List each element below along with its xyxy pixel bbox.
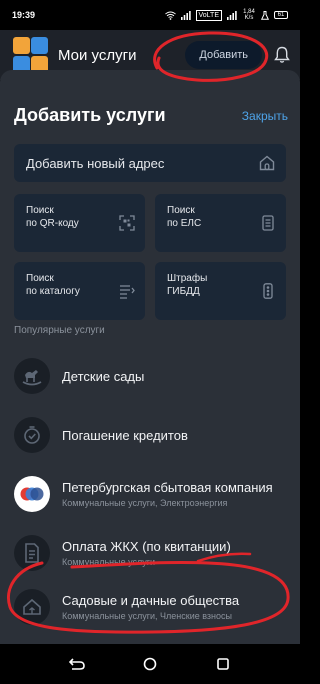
qr-icon [119,215,135,231]
service-text: Оплата ЖКХ (по квитанции) Коммунальные у… [62,539,300,567]
home-circle-icon [143,657,157,671]
service-item[interactable]: Детские сады [14,349,300,403]
service-title: Петербургская сбытовая компания [62,480,273,495]
volte-badge: VoLTE [195,9,222,21]
recents-button[interactable] [211,652,235,676]
signal-icon [180,10,191,20]
clock-check-icon [14,417,50,453]
system-nav-bar [0,644,300,684]
service-subtitle: Коммунальные услуги, Электроэнергия [62,498,228,508]
tile-fines-gibdd[interactable]: Штрафы ГИБДД [155,262,286,320]
signal-icon-2 [227,10,237,20]
back-icon [68,658,85,670]
bell-icon[interactable] [274,46,290,64]
tile-search-catalog[interactable]: Поиск по каталогу [14,262,145,320]
flask-icon [261,10,269,20]
service-text: Садовые и дачные общества Коммунальные у… [62,593,300,621]
status-bar: 19:39 VoLTE 1,84 K/s 61 [0,0,300,30]
service-item[interactable]: Петербургская сбытовая компания Коммунал… [14,467,300,521]
traffic-light-icon [263,283,273,299]
add-address-label: Добавить новый адрес [26,155,165,171]
tile-search-els[interactable]: Поиск по ЕЛС [155,194,286,252]
tile-label: Поиск [26,205,54,216]
service-subtitle: Коммунальные услуги [62,557,156,567]
add-address-tile[interactable]: Добавить новый адрес [14,144,286,182]
service-text: Петербургская сбытовая компания Коммунал… [62,480,300,508]
app-logo [12,37,52,73]
service-item[interactable]: Садовые и дачные общества Коммунальные у… [14,580,300,634]
tile-label: Штрафы [167,273,208,284]
tile-label: по каталогу [26,286,80,297]
list-icon [120,285,135,299]
page-title: Мои услуги [58,46,137,64]
service-text: Погашение кредитов [62,428,300,443]
service-title: Садовые и дачные общества [62,593,240,608]
service-item[interactable]: Погашение кредитов [14,408,300,462]
add-services-sheet: Добавить услуги Закрыть Добавить новый а… [0,70,300,644]
network-speed: 1,84 K/s [243,9,255,21]
sheet-header: Добавить услуги Закрыть [0,70,300,126]
service-item[interactable]: Оплата ЖКХ (по квитанции) Коммунальные у… [14,526,300,580]
service-title: Оплата ЖКХ (по квитанции) [62,539,231,554]
garden-house-icon [14,589,50,625]
tile-label: Поиск [167,205,195,216]
recents-icon [217,658,230,670]
service-title: Погашение кредитов [62,427,188,443]
home-button[interactable] [138,652,162,676]
document-icon [262,215,274,231]
popular-services-label: Популярные услуги [14,325,105,336]
tile-label: по QR-коду [26,218,79,229]
status-icons: VoLTE 1,84 K/s 61 [164,9,288,21]
service-title: Детские сады [62,368,145,384]
tile-search-qr[interactable]: Поиск по QR-коду [14,194,145,252]
add-button[interactable]: Добавить [185,41,262,69]
status-time: 19:39 [12,10,36,20]
wifi-icon [164,11,176,20]
sheet-title: Добавить услуги [14,105,166,125]
back-button[interactable] [65,652,89,676]
rocking-horse-icon [14,358,50,394]
service-text: Детские сады [62,369,300,384]
battery-icon: 61 [274,11,288,19]
tile-label: по ЕЛС [167,218,202,229]
tile-label: ГИБДД [167,286,200,297]
close-button[interactable]: Закрыть [242,109,288,123]
receipt-icon [14,535,50,571]
home-icon [259,155,275,171]
service-subtitle: Коммунальные услуги, Членские взносы [62,611,232,621]
company-logo [14,476,50,512]
tile-label: Поиск [26,273,54,284]
